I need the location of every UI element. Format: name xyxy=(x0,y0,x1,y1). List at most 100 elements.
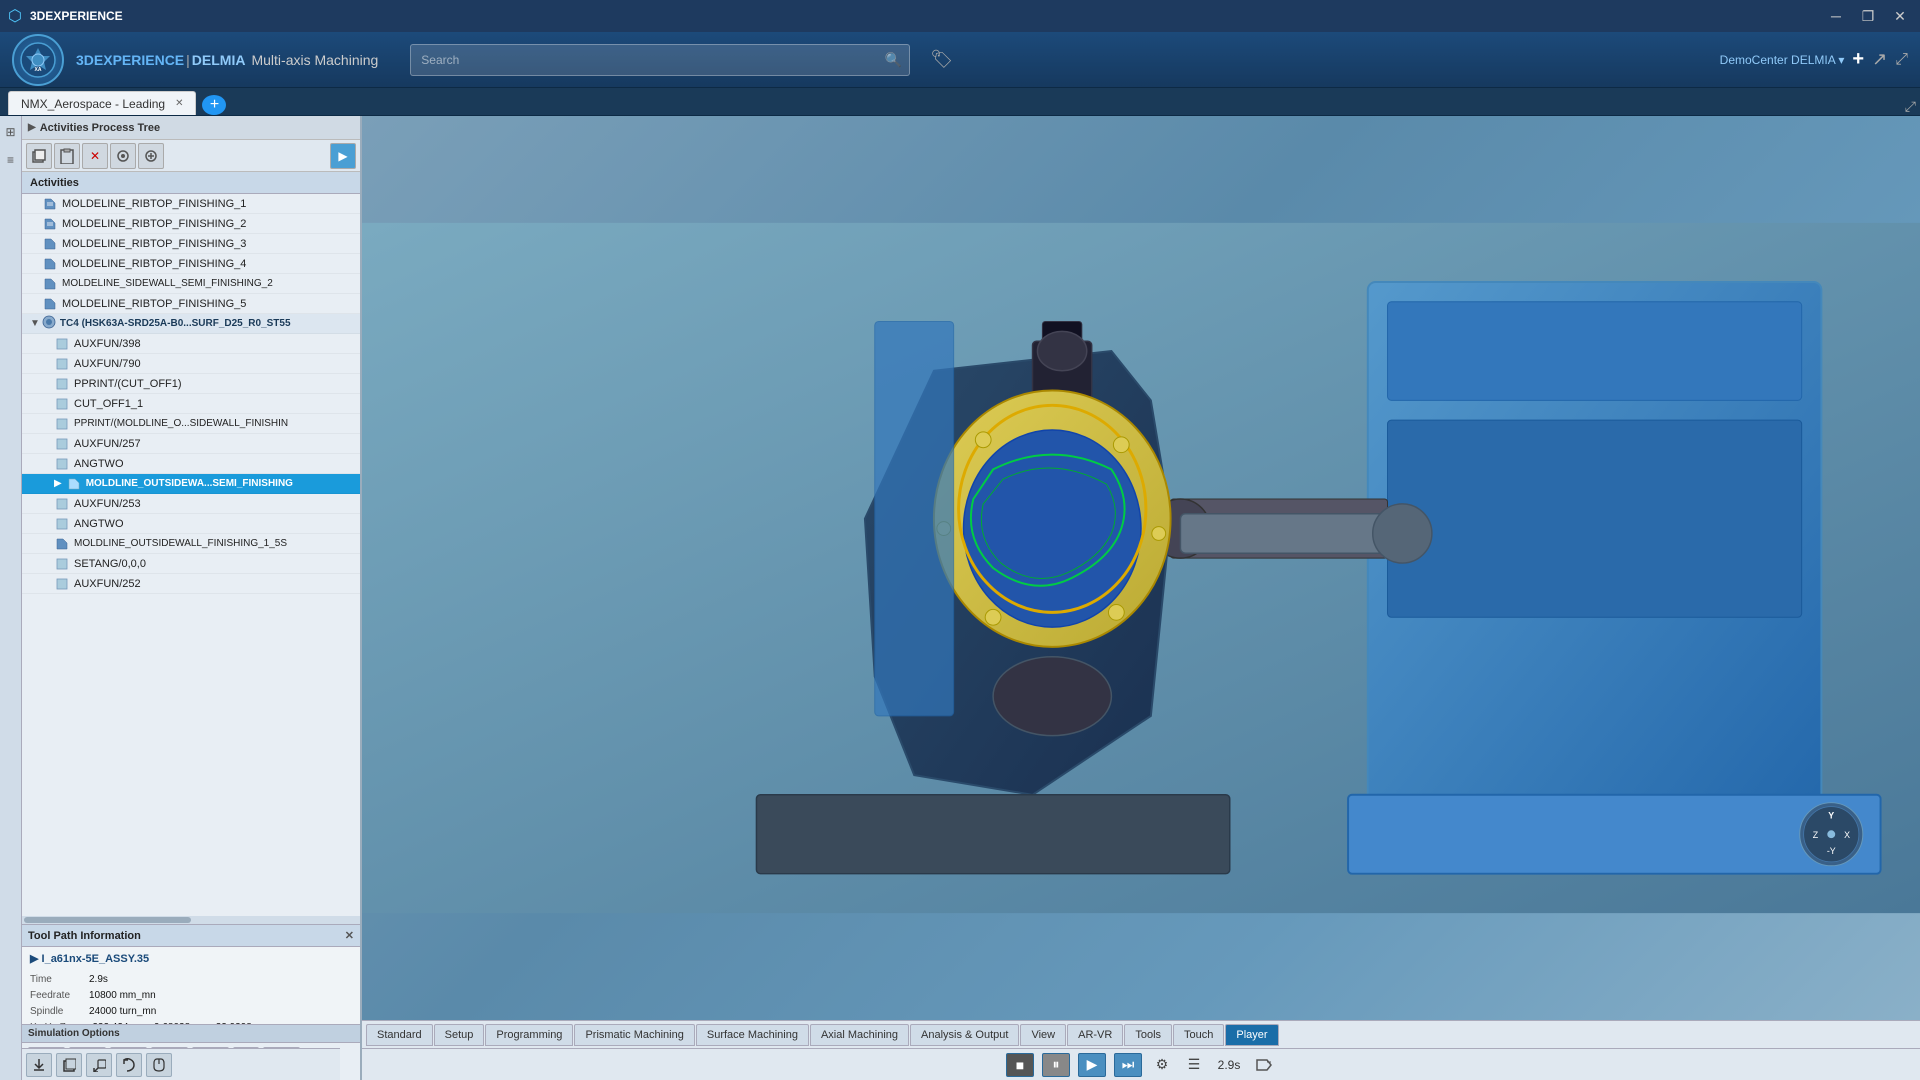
logo: XA xyxy=(12,34,64,86)
toolbar-btn-3[interactable] xyxy=(110,143,136,169)
restore-button[interactable]: ❐ xyxy=(1856,4,1880,28)
list-playback-icon[interactable]: ☰ xyxy=(1182,1053,1206,1077)
bottom-btn-3[interactable] xyxy=(86,1053,112,1077)
search-bar: 🔍 xyxy=(410,44,910,76)
tab-prismatic[interactable]: Prismatic Machining xyxy=(574,1024,694,1046)
expand-icon[interactable]: ⤢ xyxy=(1895,51,1908,69)
item-icon xyxy=(42,296,58,312)
toolpath-header: Tool Path Information ✕ xyxy=(22,925,360,947)
item-icon xyxy=(54,496,70,512)
feedrate-value: 10800 mm_mn xyxy=(89,988,156,1004)
topbar: XA 3DEXPERIENCE | DELMIA Multi-axis Mach… xyxy=(0,32,1920,88)
bookmark-icon[interactable]: 🏷 xyxy=(930,49,953,70)
add-icon[interactable]: + xyxy=(1852,48,1864,71)
group-label: TC4 (HSK63A-SRD25A-B0...SURF_D25_R0_ST55 xyxy=(60,318,291,329)
tab-analysis[interactable]: Analysis & Output xyxy=(910,1024,1019,1046)
toolbar-btn-delete[interactable]: ✕ xyxy=(82,143,108,169)
maximize-viewport-icon[interactable]: ⤢ xyxy=(1905,98,1916,115)
user-label[interactable]: DemoCenter DELMIA ▾ xyxy=(1720,53,1845,67)
settings-playback-icon[interactable]: ⚙ xyxy=(1150,1053,1174,1077)
list-item[interactable]: PPRINT/(MOLDLINE_O...SIDEWALL_FINISHIN xyxy=(22,414,360,434)
tab-surface[interactable]: Surface Machining xyxy=(696,1024,809,1046)
list-item[interactable]: AUXFUN/253 xyxy=(22,494,360,514)
list-item[interactable]: MOLDELINE_RIBTOP_FINISHING_3 xyxy=(22,234,360,254)
list-item[interactable]: AUXFUN/398 xyxy=(22,334,360,354)
tab-axial[interactable]: Axial Machining xyxy=(810,1024,909,1046)
list-item[interactable]: AUXFUN/252 xyxy=(22,574,360,594)
step-button[interactable]: ⏭ xyxy=(1114,1053,1142,1077)
svg-text:Y: Y xyxy=(1828,810,1834,820)
item-label: AUXFUN/253 xyxy=(74,498,141,510)
list-item[interactable]: MOLDELINE_RIBTOP_FINISHING_4 xyxy=(22,254,360,274)
item-label: AUXFUN/257 xyxy=(74,438,141,450)
tab-touch[interactable]: Touch xyxy=(1173,1024,1224,1046)
item-icon xyxy=(42,196,58,212)
share-icon[interactable]: ↗ xyxy=(1872,49,1887,70)
bottom-btn-1[interactable] xyxy=(26,1053,52,1077)
tab-arvr[interactable]: AR-VR xyxy=(1067,1024,1123,1046)
list-item[interactable]: ANGTWO xyxy=(22,454,360,474)
bottom-tabs: Standard Setup Programming Prismatic Mac… xyxy=(362,1020,1920,1048)
close-button[interactable]: ✕ xyxy=(1888,4,1912,28)
list-item[interactable]: MOLDELINE_RIBTOP_FINISHING_1 xyxy=(22,194,360,214)
group-icon xyxy=(42,315,56,332)
tab-setup[interactable]: Setup xyxy=(434,1024,485,1046)
list-item[interactable]: AUXFUN/257 xyxy=(22,434,360,454)
toolpath-close-icon[interactable]: ✕ xyxy=(345,929,354,942)
main-tab[interactable]: NMX_Aerospace - Leading ✕ xyxy=(8,91,196,115)
tab-tools[interactable]: Tools xyxy=(1124,1024,1172,1046)
list-item[interactable]: AUXFUN/790 xyxy=(22,354,360,374)
tab-close-icon[interactable]: ✕ xyxy=(175,98,183,109)
sidebar-icon-1[interactable]: ⊞ xyxy=(0,120,23,144)
item-label: PPRINT/(CUT_OFF1) xyxy=(74,378,182,390)
viewport-3d[interactable]: Y X -Y Z xyxy=(362,116,1920,1020)
toolbar-btn-4[interactable] xyxy=(138,143,164,169)
add-tab-button[interactable]: + xyxy=(202,95,226,115)
panel-header: ▶ Activities Process Tree xyxy=(22,116,360,140)
item-label: MOLDELINE_RIBTOP_FINISHING_3 xyxy=(62,238,246,250)
list-item[interactable]: CUT_OFF1_1 xyxy=(22,394,360,414)
panel-toolbar: ✕ ▶ xyxy=(22,140,360,172)
item-icon xyxy=(54,576,70,592)
item-icon xyxy=(42,236,58,252)
sidebar-icons: ⊞ ≡ xyxy=(0,116,22,1080)
tab-player[interactable]: Player xyxy=(1225,1024,1278,1046)
activities-label-text: Activities xyxy=(30,177,79,189)
tree-container[interactable]: MOLDELINE_RIBTOP_FINISHING_1 MOLDELINE_R… xyxy=(22,194,360,916)
list-item[interactable]: MOLDELINE_SIDEWALL_SEMI_FINISHING_2 xyxy=(22,274,360,294)
tab-programming[interactable]: Programming xyxy=(485,1024,573,1046)
item-icon xyxy=(54,416,70,432)
bottom-btn-2[interactable] xyxy=(56,1053,82,1077)
tree-group-header[interactable]: ▼ TC4 (HSK63A-SRD25A-B0...SURF_D25_R0_ST… xyxy=(22,314,360,334)
record-icon[interactable] xyxy=(1252,1053,1276,1077)
stop-button[interactable]: ■ xyxy=(1006,1053,1034,1077)
list-item[interactable]: SETANG/0,0,0 xyxy=(22,554,360,574)
item-icon xyxy=(42,216,58,232)
search-input[interactable] xyxy=(410,44,910,76)
item-icon xyxy=(54,456,70,472)
app-title: 3DEXPERIENCE xyxy=(30,9,123,23)
play-button[interactable]: ▶ xyxy=(1078,1053,1106,1077)
list-item[interactable]: MOLDLINE_OUTSIDEWALL_FINISHING_1_5S xyxy=(22,534,360,554)
list-item[interactable]: PPRINT/(CUT_OFF1) xyxy=(22,374,360,394)
bottom-btn-undo[interactable] xyxy=(116,1053,142,1077)
list-item[interactable]: MOLDELINE_RIBTOP_FINISHING_5 xyxy=(22,294,360,314)
time-label: Time xyxy=(30,972,85,988)
tree-scrollbar-h[interactable] xyxy=(22,916,360,924)
assembly-label: ▶ I_a61nx-5E_ASSY.35 xyxy=(30,953,149,965)
bottom-btn-mouse[interactable] xyxy=(146,1053,172,1077)
list-item[interactable]: ANGTWO xyxy=(22,514,360,534)
spindle-label: Spindle xyxy=(30,1004,85,1020)
toolpath-panel: Tool Path Information ✕ ▶ I_a61nx-5E_ASS… xyxy=(22,924,360,1024)
minimize-button[interactable]: ─ xyxy=(1824,4,1848,28)
pause-button[interactable]: ⏸ xyxy=(1042,1053,1070,1077)
item-icon xyxy=(54,516,70,532)
toolbar-btn-2[interactable] xyxy=(54,143,80,169)
tab-standard[interactable]: Standard xyxy=(366,1024,433,1046)
sidebar-icon-2[interactable]: ≡ xyxy=(0,148,23,172)
list-item[interactable]: MOLDELINE_RIBTOP_FINISHING_2 xyxy=(22,214,360,234)
list-item-selected[interactable]: ▶ MOLDLINE_OUTSIDEWA...SEMI_FINISHING xyxy=(22,474,360,494)
tab-view[interactable]: View xyxy=(1020,1024,1066,1046)
toolbar-btn-1[interactable] xyxy=(26,143,52,169)
toolbar-btn-next[interactable]: ▶ xyxy=(330,143,356,169)
